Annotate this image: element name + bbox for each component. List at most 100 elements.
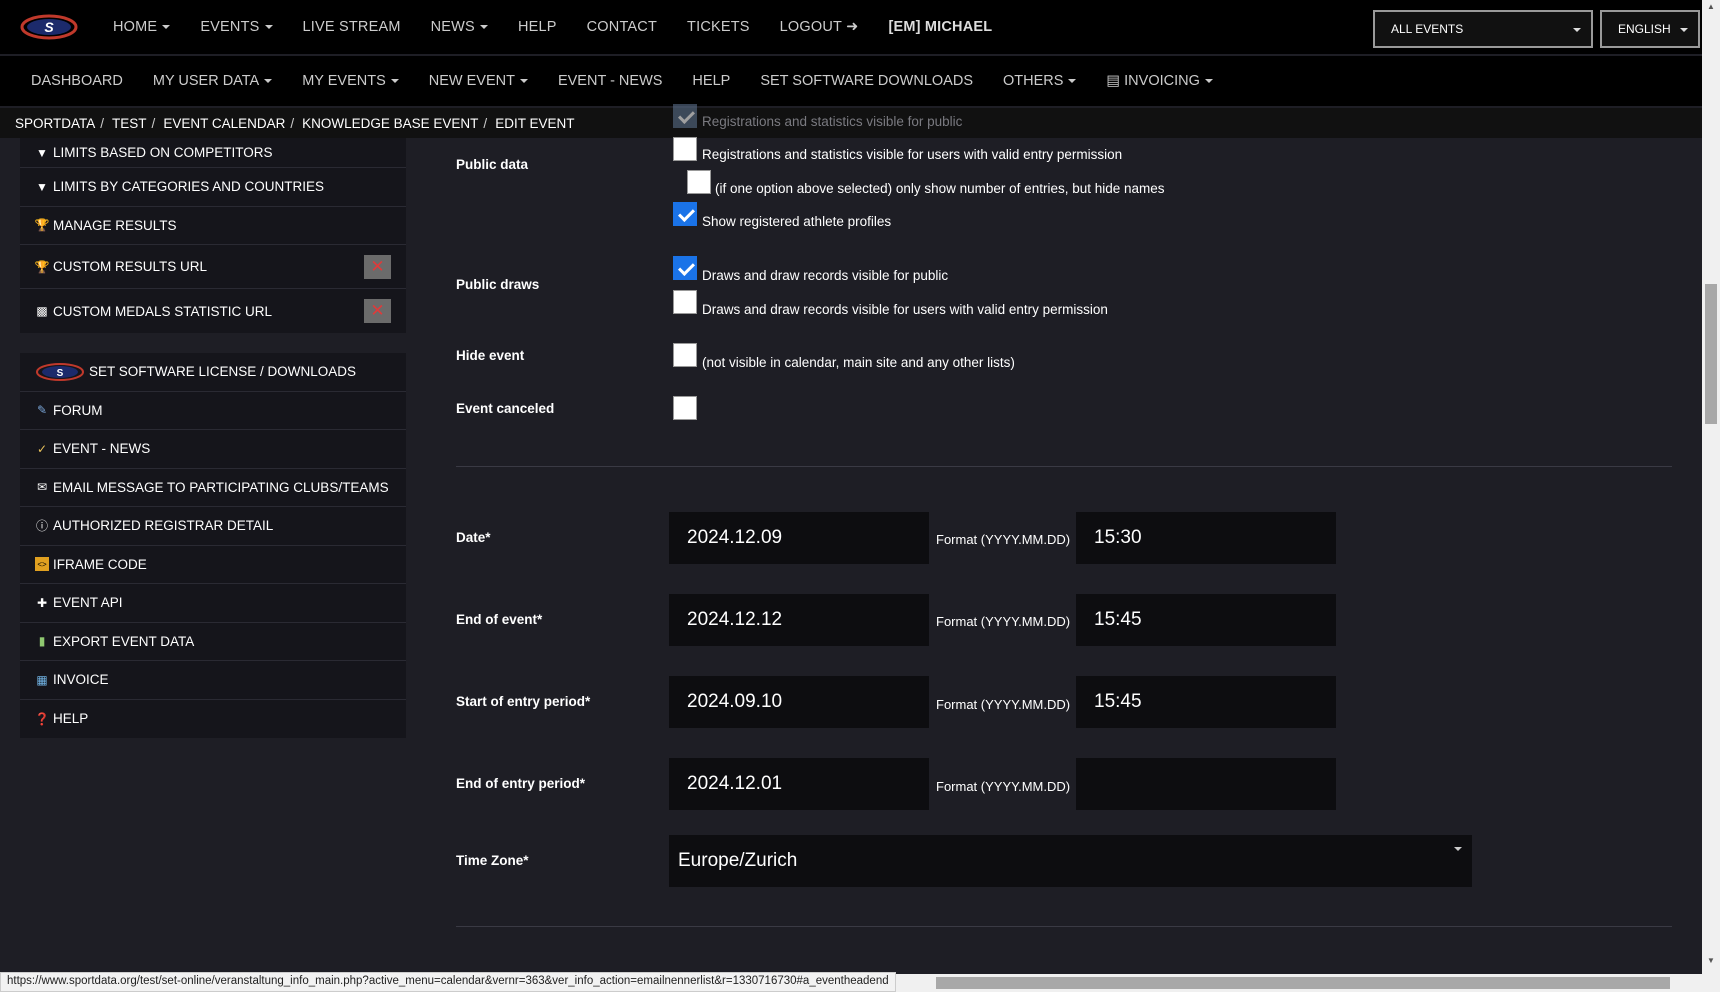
chevron-down-icon [1680, 28, 1688, 32]
nav-tickets[interactable]: TICKETS [672, 19, 765, 35]
event-canceled-checkbox[interactable] [673, 396, 697, 420]
event-canceled-label: Event canceled [456, 401, 555, 416]
scroll-down-icon[interactable]: ▼ [1707, 956, 1715, 965]
end-of-event-input[interactable]: 2024.12.12 [669, 594, 929, 646]
code-icon: <> [35, 557, 49, 572]
puzzle-icon: ✚ [36, 595, 48, 610]
nav-live-stream[interactable]: LIVE STREAM [288, 19, 416, 35]
envelope-icon: ✉ [36, 480, 48, 495]
vertical-scroll-thumb[interactable] [1705, 284, 1717, 424]
sidebar-item-custom-medals-url[interactable]: ▩ CUSTOM MEDALS STATISTIC URL ✕ [20, 289, 406, 333]
sidebar-item-export-event-data[interactable]: ▮ EXPORT EVENT DATA [20, 623, 406, 661]
svg-text:S: S [57, 368, 64, 379]
nav-logout[interactable]: LOGOUT ➜ [765, 19, 874, 35]
remove-custom-medals-url-button[interactable]: ✕ [364, 299, 391, 323]
filter-icon: ▼ [36, 179, 48, 194]
sidebar-item-forum[interactable]: ✎ FORUM [20, 392, 406, 430]
nav-user[interactable]: [EM] MICHAEL [873, 19, 1007, 35]
date-label: Date* [456, 530, 491, 545]
secondary-navbar: DASHBOARD MY USER DATA MY EVENTS NEW EVE… [0, 56, 1702, 106]
start-entry-time-input[interactable]: 15:45 [1076, 676, 1336, 728]
breadcrumb-test[interactable]: TEST [112, 116, 147, 131]
help-icon: ❓ [34, 711, 50, 726]
news-icon: ✓ [36, 441, 48, 456]
sidebar-item-iframe-code[interactable]: <> IFRAME CODE [20, 546, 406, 584]
start-entry-label: Start of entry period* [456, 694, 591, 709]
sidebar-item-event-news[interactable]: ✓ EVENT - NEWS [20, 430, 406, 469]
end-entry-input[interactable]: 2024.12.01 [669, 758, 929, 810]
draws-public-label: Draws and draw records visible for publi… [702, 268, 949, 283]
subnav-my-user-data[interactable]: MY USER DATA [138, 73, 287, 89]
public-data-valid-label: Registrations and statistics visible for… [702, 147, 1123, 162]
divider [456, 926, 1672, 927]
sidebar-item-help[interactable]: ❓ HELP [20, 700, 406, 739]
end-of-event-time-input[interactable]: 15:45 [1076, 594, 1336, 646]
breadcrumb-sportdata[interactable]: SPORTDATA [15, 116, 95, 131]
nav-events[interactable]: EVENTS [185, 19, 287, 35]
athlete-profiles-checkbox[interactable] [673, 202, 697, 226]
sidebar-item-email-message[interactable]: ✉ EMAIL MESSAGE TO PARTICIPATING CLUBS/TE… [20, 469, 406, 507]
trophy-icon: 🏆 [34, 259, 50, 274]
public-data-public-checkbox[interactable] [673, 104, 697, 128]
hide-event-text: (not visible in calendar, main site and … [702, 355, 1015, 370]
language-select[interactable]: ENGLISH [1600, 10, 1700, 48]
start-entry-input[interactable]: 2024.09.10 [669, 676, 929, 728]
date-time-input[interactable]: 15:30 [1076, 512, 1336, 564]
trophy-icon: 🏆 [34, 218, 50, 233]
breadcrumb-edit-event: EDIT EVENT [495, 115, 575, 131]
subnav-new-event[interactable]: NEW EVENT [414, 73, 543, 89]
forum-icon: ✎ [36, 403, 48, 418]
time-zone-select[interactable]: Europe/Zurich [669, 835, 1472, 887]
info-icon: ⓘ [35, 519, 48, 534]
athlete-profiles-label: Show registered athlete profiles [702, 214, 892, 229]
sidebar: ▼ LIMITS BASED ON COMPETITORS ▼ LIMITS BY … [20, 138, 406, 758]
subnav-others[interactable]: OTHERS [988, 73, 1091, 89]
draws-public-checkbox[interactable] [673, 256, 697, 280]
sidebar-item-custom-results-url[interactable]: 🏆 CUSTOM RESULTS URL ✕ [20, 245, 406, 289]
nav-help[interactable]: HELP [503, 19, 572, 35]
hide-names-label: (if one option above selected) only show… [715, 181, 1165, 196]
sidebar-item-invoice[interactable]: ▦ INVOICE [20, 661, 406, 700]
start-entry-format-hint: Format (YYYY.MM.DD) [936, 697, 1071, 712]
sidebar-item-manage-results[interactable]: 🏆 MANAGE RESULTS [20, 207, 406, 245]
subnav-set-software-downloads[interactable]: SET SOFTWARE DOWNLOADS [745, 73, 988, 89]
filter-icon: ▼ [36, 145, 48, 160]
vertical-scrollbar[interactable]: ▲ ▼ [1702, 0, 1720, 992]
date-input[interactable]: 2024.12.09 [669, 512, 929, 564]
sidebar-item-event-api[interactable]: ✚ EVENT API [20, 584, 406, 623]
sidebar-item-authorized-registrar[interactable]: ⓘ AUTHORIZED REGISTRAR DETAIL [20, 507, 406, 546]
sidebar-item-set-software[interactable]: S SET SOFTWARE LICENSE / DOWNLOADS [20, 353, 406, 392]
sidebar-group-limits: ▼ LIMITS BASED ON COMPETITORS ▼ LIMITS BY … [20, 138, 406, 333]
sportdata-logo-icon[interactable]: S [20, 12, 78, 42]
public-data-valid-checkbox[interactable] [673, 137, 697, 161]
end-entry-time-input[interactable] [1076, 758, 1336, 810]
breadcrumb-knowledge-base-event[interactable]: KNOWLEDGE BASE EVENT [302, 116, 478, 131]
set-logo-icon: S [36, 362, 84, 381]
scroll-up-icon[interactable]: ▲ [1707, 2, 1715, 11]
end-entry-label: End of entry period* [456, 776, 586, 791]
subnav-my-events[interactable]: MY EVENTS [287, 73, 414, 89]
subnav-help[interactable]: HELP [677, 73, 745, 89]
hide-names-checkbox[interactable] [687, 170, 711, 194]
remove-custom-results-url-button[interactable]: ✕ [364, 254, 391, 279]
nav-contact[interactable]: CONTACT [572, 19, 672, 35]
breadcrumb-event-calendar[interactable]: EVENT CALENDAR [163, 116, 285, 131]
nav-news[interactable]: NEWS [416, 19, 503, 35]
events-select[interactable]: ALL EVENTS [1373, 10, 1593, 48]
sidebar-item-limits-competitors[interactable]: ▼ LIMITS BASED ON COMPETITORS [20, 138, 406, 168]
subnav-dashboard[interactable]: DASHBOARD [16, 73, 138, 89]
export-icon: ▮ [38, 634, 46, 649]
invoice-card-icon: ▤ [1106, 73, 1121, 89]
sidebar-group-tools: S SET SOFTWARE LICENSE / DOWNLOADS ✎ FORU… [20, 353, 406, 738]
status-url-tooltip: https://www.sportdata.org/test/set-onlin… [0, 972, 896, 992]
subnav-event-news[interactable]: EVENT - NEWS [543, 73, 677, 89]
draws-valid-checkbox[interactable] [673, 290, 697, 314]
subnav-invoicing[interactable]: ▤ INVOICING [1091, 73, 1227, 89]
horizontal-scroll-thumb[interactable] [936, 977, 1670, 989]
svg-text:S: S [44, 19, 54, 35]
draws-valid-label: Draws and draw records visible for users… [702, 302, 1108, 317]
nav-home[interactable]: HOME [98, 19, 185, 35]
sidebar-item-limits-categories[interactable]: ▼ LIMITS BY CATEGORIES AND COUNTRIES [20, 168, 406, 207]
hide-event-checkbox[interactable] [673, 343, 697, 367]
public-data-label: Public data [456, 157, 529, 172]
